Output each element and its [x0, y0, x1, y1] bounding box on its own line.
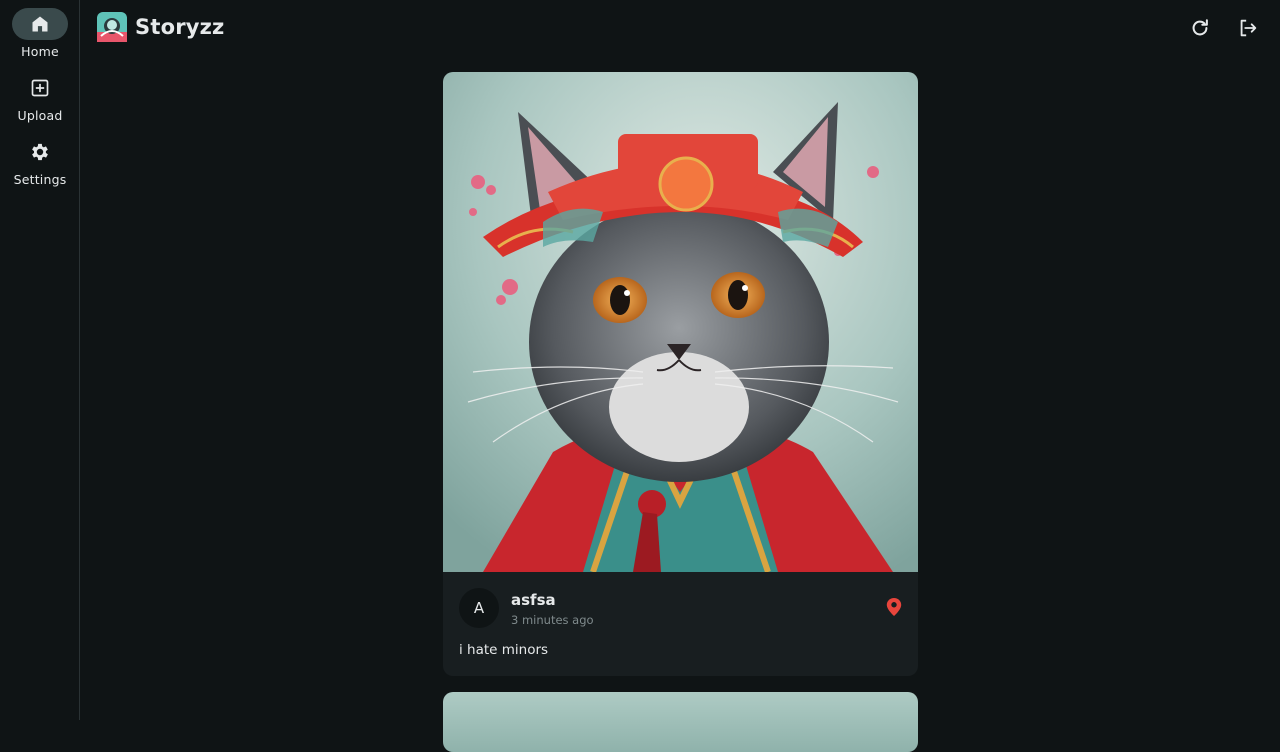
sidebar: Home Upload Settings — [0, 0, 80, 720]
settings-pill[interactable] — [12, 136, 68, 168]
refresh-icon — [1192, 19, 1208, 36]
location-pin-icon[interactable] — [886, 598, 902, 616]
story-description: i hate minors — [459, 642, 549, 658]
story-card[interactable]: A asfsa 3 minutes ago i hate minors — [443, 72, 918, 676]
top-actions — [1186, 14, 1262, 42]
story-username[interactable]: asfsa — [511, 591, 556, 609]
home-pill[interactable] — [12, 8, 68, 40]
app-logo-icon — [97, 12, 127, 42]
sidebar-item-upload[interactable]: Upload — [0, 72, 80, 123]
story-image-next[interactable] — [443, 692, 918, 752]
home-icon — [32, 16, 48, 32]
upload-pill[interactable] — [12, 72, 68, 104]
logout-button[interactable] — [1234, 14, 1262, 42]
story-timestamp: 3 minutes ago — [511, 613, 594, 627]
story-card-next[interactable] — [443, 692, 918, 752]
brand[interactable]: Storyzz — [97, 12, 224, 42]
logout-icon — [1240, 19, 1257, 37]
upload-icon — [31, 79, 49, 97]
avatar[interactable]: A — [459, 588, 499, 628]
sidebar-item-home[interactable]: Home — [0, 8, 80, 59]
refresh-button[interactable] — [1186, 14, 1214, 42]
top-bar: Storyzz — [81, 0, 1280, 56]
story-feed: A asfsa 3 minutes ago i hate minors — [443, 72, 918, 692]
sidebar-item-label: Upload — [17, 108, 63, 123]
gear-icon — [32, 143, 48, 161]
sidebar-item-label: Settings — [13, 172, 67, 187]
story-meta: A asfsa 3 minutes ago i hate minors — [443, 572, 918, 676]
sidebar-item-settings[interactable]: Settings — [0, 136, 80, 187]
sidebar-item-label: Home — [21, 44, 59, 59]
app-name: Storyzz — [135, 15, 225, 39]
story-image[interactable] — [443, 72, 918, 572]
